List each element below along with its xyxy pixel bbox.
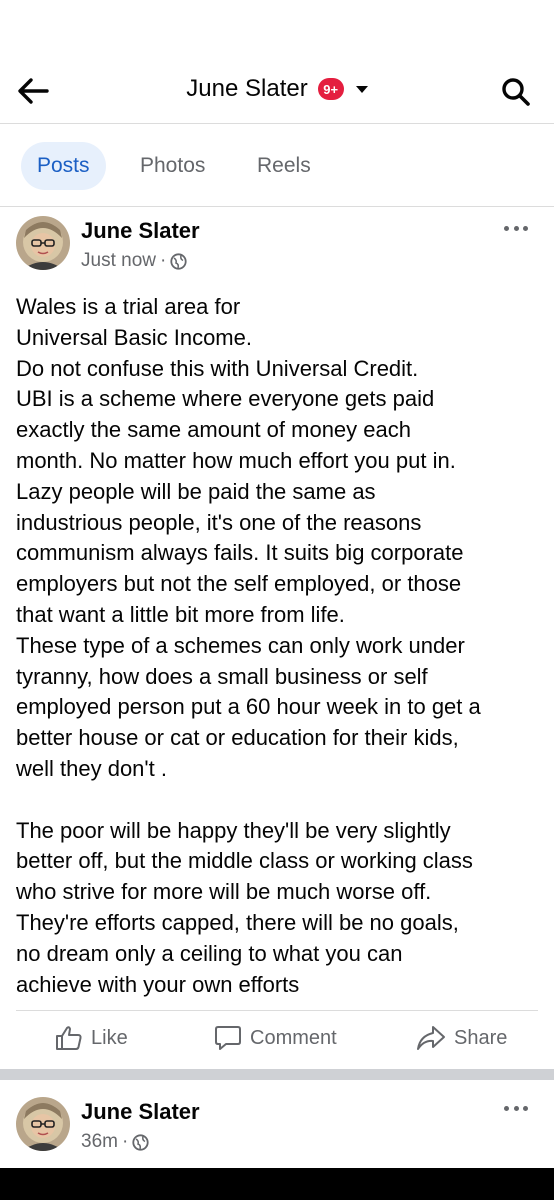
- avatar[interactable]: [16, 1097, 70, 1151]
- post-meta: Just now ·: [81, 250, 187, 272]
- more-dot-icon: [523, 1105, 528, 1111]
- post: June Slater Just now · Wales is a trial …: [0, 208, 554, 1069]
- post-timestamp: Just now: [81, 250, 156, 271]
- like-button[interactable]: Like: [55, 1025, 128, 1051]
- share-icon: [417, 1026, 445, 1050]
- share-label: Share: [454, 1026, 508, 1049]
- like-label: Like: [91, 1026, 128, 1049]
- profile-title-switcher[interactable]: June Slater 9+: [0, 75, 554, 103]
- system-navigation-bar: [0, 1168, 554, 1200]
- more-dot-icon: [504, 225, 509, 231]
- post-meta: 36m ·: [81, 1131, 149, 1153]
- top-navigation-bar: June Slater 9+: [0, 58, 554, 124]
- more-options-button[interactable]: [504, 220, 528, 236]
- page-title: June Slater: [186, 75, 308, 102]
- more-options-button[interactable]: [504, 1100, 528, 1116]
- post-author[interactable]: June Slater: [81, 1099, 200, 1125]
- more-dot-icon: [504, 1105, 509, 1111]
- profile-tabs: Posts Photos Reels: [0, 125, 554, 207]
- post-actions: Like Comment Share: [16, 1010, 538, 1070]
- status-bar-area: [0, 0, 554, 58]
- comment-button[interactable]: Comment: [214, 1025, 337, 1051]
- post: June Slater 36m ·: [0, 1080, 554, 1168]
- comment-label: Comment: [250, 1026, 337, 1049]
- chevron-down-icon: [355, 85, 368, 93]
- tab-reels[interactable]: Reels: [241, 142, 327, 190]
- thumbs-up-icon: [56, 1026, 82, 1050]
- avatar[interactable]: [16, 216, 70, 270]
- meta-separator: ·: [159, 250, 167, 271]
- post-timestamp: 36m: [81, 1131, 118, 1152]
- more-dot-icon: [523, 225, 528, 231]
- post-body: Wales is a trial area for Universal Basi…: [16, 294, 481, 997]
- comment-icon: [215, 1026, 241, 1050]
- share-button[interactable]: Share: [416, 1025, 507, 1051]
- tab-photos[interactable]: Photos: [124, 142, 221, 190]
- globe-icon: [170, 252, 187, 270]
- globe-icon: [132, 1133, 149, 1151]
- search-button[interactable]: [500, 76, 532, 108]
- profile-photo: [16, 1097, 70, 1151]
- search-icon: [502, 78, 530, 106]
- post-separator: [0, 1069, 554, 1080]
- more-dot-icon: [513, 225, 519, 231]
- profile-photo: [16, 216, 70, 270]
- more-dot-icon: [513, 1105, 519, 1111]
- notification-badge: 9+: [317, 78, 344, 100]
- meta-separator: ·: [121, 1131, 129, 1152]
- post-author[interactable]: June Slater: [81, 218, 200, 244]
- tab-posts[interactable]: Posts: [21, 142, 106, 190]
